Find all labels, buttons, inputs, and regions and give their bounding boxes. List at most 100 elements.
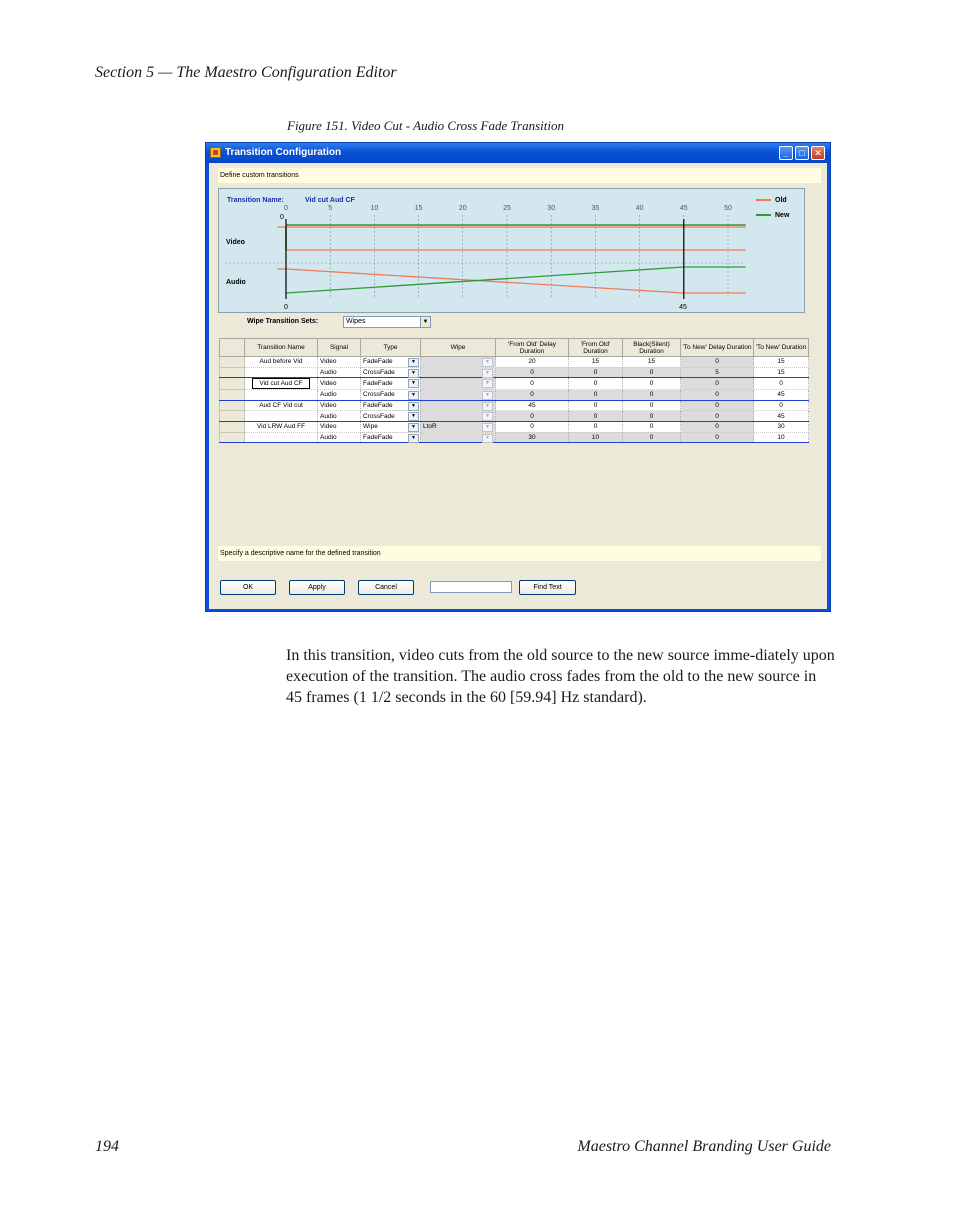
- chevron-down-icon[interactable]: ▼: [408, 368, 419, 378]
- chevron-down-icon[interactable]: ▼: [482, 358, 493, 367]
- col-from-old-duration[interactable]: 'From Old' Duration: [568, 338, 623, 357]
- col-wipe[interactable]: Wipe: [420, 338, 496, 357]
- transition-name-cell[interactable]: [244, 432, 318, 444]
- from-old-duration-cell[interactable]: 0: [568, 410, 623, 422]
- row-header[interactable]: [219, 420, 245, 433]
- wipe-cell[interactable]: ▼: [420, 356, 496, 368]
- from-old-duration-cell[interactable]: 0: [568, 421, 623, 433]
- col-type[interactable]: Type: [360, 338, 421, 357]
- col-from-old-delay[interactable]: 'From Old' Delay Duration: [495, 338, 569, 357]
- col-signal[interactable]: Signal: [317, 338, 361, 357]
- close-button[interactable]: ✕: [811, 146, 825, 160]
- to-new-delay-cell[interactable]: 5: [680, 367, 754, 379]
- type-cell[interactable]: CrossFade ▼: [360, 367, 421, 379]
- table-row[interactable]: Vid LRW Aud FF Video Wipe ▼ LtoR ▼ 0 0 0 0 30: [219, 420, 809, 433]
- from-old-duration-cell[interactable]: 0: [568, 389, 623, 401]
- chevron-down-icon[interactable]: ▼: [420, 317, 430, 327]
- chevron-down-icon[interactable]: ▼: [408, 379, 419, 389]
- row-header[interactable]: [219, 377, 245, 391]
- signal-cell[interactable]: Video: [317, 377, 361, 391]
- chevron-down-icon[interactable]: ▼: [408, 412, 419, 422]
- wipe-cell[interactable]: ▼: [420, 400, 496, 412]
- table-row[interactable]: Aud CF Vid cut Video FadeFade ▼ ▼ 45 0 0 0 0: [219, 399, 809, 412]
- chevron-down-icon[interactable]: ▼: [482, 368, 493, 378]
- signal-cell[interactable]: Video: [317, 356, 361, 368]
- row-header[interactable]: [219, 431, 245, 444]
- to-new-delay-cell[interactable]: 0: [680, 421, 754, 433]
- chevron-down-icon[interactable]: ▼: [408, 433, 419, 443]
- to-new-delay-cell[interactable]: 0: [680, 400, 754, 412]
- col-to-new-duration[interactable]: 'To New' Duration: [753, 338, 809, 357]
- wipe-transition-sets-select[interactable]: Wipes ▼: [343, 316, 431, 328]
- signal-cell[interactable]: Audio: [317, 410, 361, 422]
- to-new-duration-cell[interactable]: 45: [753, 389, 809, 401]
- to-new-duration-cell[interactable]: 0: [753, 377, 809, 391]
- transition-name-cell[interactable]: Aud before Vid: [244, 356, 318, 368]
- to-new-delay-cell[interactable]: 0: [680, 356, 754, 368]
- black-duration-cell[interactable]: 0: [622, 410, 681, 422]
- from-old-duration-cell[interactable]: 0: [568, 377, 623, 391]
- table-row[interactable]: Audio CrossFade ▼ ▼ 0 0 0 0 45: [219, 389, 809, 401]
- transition-name-cell[interactable]: Vid cut Aud CF: [244, 377, 318, 391]
- to-new-duration-cell[interactable]: 15: [753, 356, 809, 368]
- row-header[interactable]: [219, 410, 245, 422]
- transition-name-cell[interactable]: [244, 389, 318, 401]
- find-text-input[interactable]: [430, 581, 512, 593]
- chevron-down-icon[interactable]: ▼: [482, 422, 493, 432]
- chevron-down-icon[interactable]: ▼: [482, 433, 493, 443]
- from-old-delay-cell[interactable]: 0: [495, 389, 569, 401]
- type-cell[interactable]: CrossFade ▼: [360, 410, 421, 422]
- from-old-delay-cell[interactable]: 30: [495, 432, 569, 444]
- row-header[interactable]: [219, 389, 245, 401]
- from-old-delay-cell[interactable]: 0: [495, 421, 569, 433]
- wipe-cell[interactable]: ▼: [420, 377, 496, 391]
- wipe-cell[interactable]: LtoR ▼: [420, 421, 496, 433]
- wipe-cell[interactable]: ▼: [420, 389, 496, 401]
- black-duration-cell[interactable]: 0: [622, 367, 681, 379]
- wipe-cell[interactable]: ▼: [420, 367, 496, 379]
- row-header[interactable]: [219, 366, 245, 379]
- apply-button[interactable]: Apply: [289, 580, 345, 595]
- maximize-button[interactable]: □: [795, 146, 809, 160]
- type-cell[interactable]: FadeFade ▼: [360, 356, 421, 368]
- black-duration-cell[interactable]: 0: [622, 421, 681, 433]
- black-duration-cell[interactable]: 0: [622, 400, 681, 412]
- black-duration-cell[interactable]: 15: [622, 356, 681, 368]
- from-old-duration-cell[interactable]: 0: [568, 367, 623, 379]
- transition-name-cell[interactable]: [244, 367, 318, 379]
- chevron-down-icon[interactable]: ▼: [408, 391, 419, 401]
- chevron-down-icon[interactable]: ▼: [482, 412, 493, 422]
- row-header[interactable]: [219, 399, 245, 412]
- from-old-delay-cell[interactable]: 0: [495, 367, 569, 379]
- signal-cell[interactable]: Audio: [317, 432, 361, 444]
- from-old-delay-cell[interactable]: 45: [495, 400, 569, 412]
- transition-name-cell[interactable]: Aud CF Vid cut: [244, 400, 318, 412]
- transition-name-cell[interactable]: [244, 410, 318, 422]
- from-old-duration-cell[interactable]: 10: [568, 432, 623, 444]
- to-new-delay-cell[interactable]: 0: [680, 432, 754, 444]
- to-new-duration-cell[interactable]: 30: [753, 421, 809, 433]
- type-cell[interactable]: FadeFade ▼: [360, 377, 421, 391]
- ok-button[interactable]: OK: [220, 580, 276, 595]
- to-new-duration-cell[interactable]: 45: [753, 410, 809, 422]
- signal-cell[interactable]: Audio: [317, 389, 361, 401]
- to-new-duration-cell[interactable]: 15: [753, 367, 809, 379]
- transition-name-cell[interactable]: Vid LRW Aud FF: [244, 421, 318, 433]
- find-text-button[interactable]: Find Text: [519, 580, 576, 595]
- wipe-cell[interactable]: ▼: [420, 432, 496, 444]
- row-header[interactable]: [219, 356, 245, 368]
- type-cell[interactable]: FadeFade ▼: [360, 400, 421, 412]
- type-cell[interactable]: Wipe ▼: [360, 421, 421, 433]
- title-bar[interactable]: Transition Configuration _ □ ✕: [206, 143, 830, 163]
- black-duration-cell[interactable]: 0: [622, 432, 681, 444]
- table-row[interactable]: Audio FadeFade ▼ ▼ 30 10 0 0 10: [219, 431, 809, 444]
- from-old-duration-cell[interactable]: 0: [568, 400, 623, 412]
- black-duration-cell[interactable]: 0: [622, 377, 681, 391]
- from-old-delay-cell[interactable]: 0: [495, 410, 569, 422]
- from-old-delay-cell[interactable]: 20: [495, 356, 569, 368]
- col-transition-name[interactable]: Transition Name: [244, 338, 318, 357]
- col-black-silent[interactable]: Black(Silent) Duration: [622, 338, 681, 357]
- from-old-duration-cell[interactable]: 15: [568, 356, 623, 368]
- chevron-down-icon[interactable]: ▼: [482, 379, 493, 389]
- cancel-button[interactable]: Cancel: [358, 580, 414, 595]
